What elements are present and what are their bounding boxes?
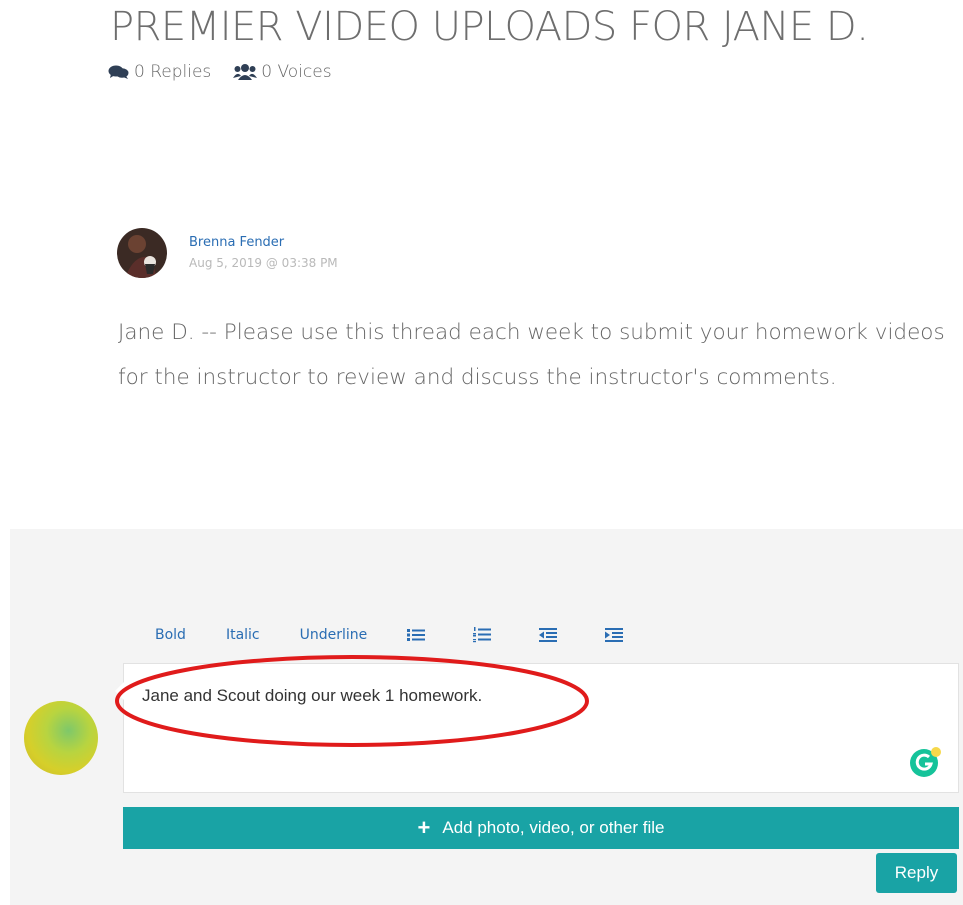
user-avatar[interactable] (24, 701, 98, 775)
add-file-button[interactable]: + Add photo, video, or other file (123, 807, 959, 849)
indent-icon (605, 628, 624, 642)
bold-button[interactable]: Bold (155, 627, 186, 643)
post-date: Aug 5, 2019 @ 03:38 PM (189, 256, 338, 270)
editor-toolbar: Bold Italic Underline (155, 625, 671, 645)
reply-textarea[interactable]: Jane and Scout doing our week 1 homework… (115, 663, 959, 793)
underline-button[interactable]: Underline (300, 627, 368, 643)
comments-icon (108, 65, 129, 79)
users-icon (233, 64, 258, 80)
reply-button[interactable]: Reply (876, 853, 957, 893)
author-name[interactable]: Brenna Fender (189, 232, 338, 253)
replies-count: 0 Replies (108, 62, 211, 82)
topic-meta: 0 Replies 0 Voices (108, 62, 354, 82)
replies-label: 0 Replies (134, 62, 212, 82)
bulleted-list-button[interactable] (407, 628, 426, 642)
post-body: Jane D. -- Please use this thread each w… (118, 320, 945, 390)
indent-button[interactable] (605, 628, 624, 642)
numbered-list-button[interactable] (473, 627, 492, 643)
outdent-icon (539, 628, 558, 642)
italic-button[interactable]: Italic (226, 627, 260, 643)
topic-title: PREMIER VIDEO UPLOADS FOR JANE D. (110, 4, 869, 50)
author-block: Brenna Fender Aug 5, 2019 @ 03:38 PM (189, 232, 338, 274)
list-ol-icon (473, 627, 492, 643)
plus-icon: + (417, 815, 431, 840)
grammarly-button[interactable] (909, 746, 943, 783)
add-file-label: Add photo, video, or other file (442, 818, 665, 837)
outdent-button[interactable] (539, 628, 558, 642)
grammarly-icon (910, 747, 941, 777)
author-avatar[interactable] (117, 228, 167, 278)
reply-text: Jane and Scout doing our week 1 homework… (142, 686, 483, 705)
post-header: Brenna Fender Aug 5, 2019 @ 03:38 PM (117, 228, 338, 278)
list-ul-icon (407, 629, 426, 641)
voices-label: 0 Voices (261, 62, 332, 82)
voices-count: 0 Voices (233, 62, 332, 82)
reply-panel: Bold Italic Underline Jane and Scout doi… (10, 529, 963, 905)
